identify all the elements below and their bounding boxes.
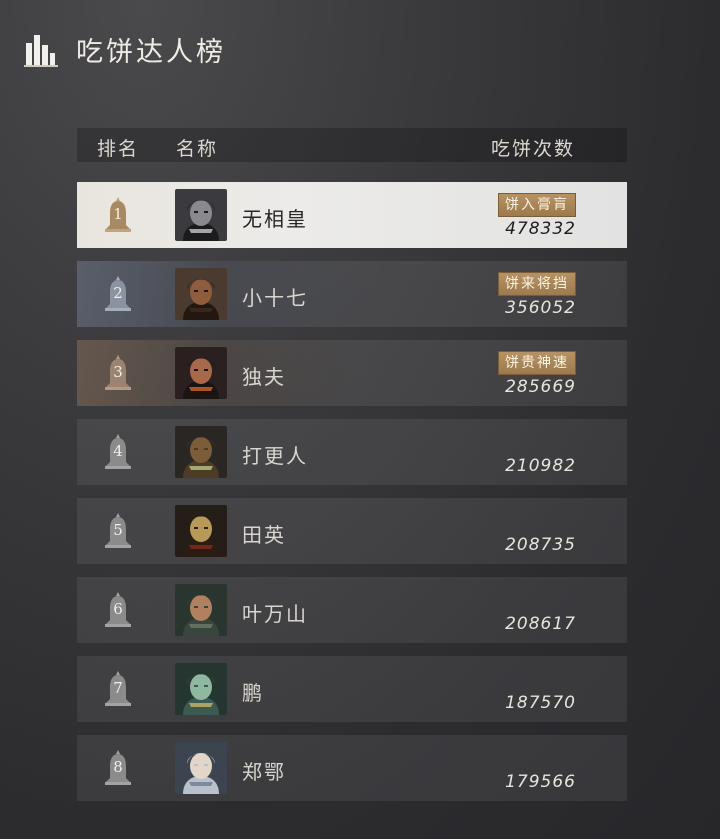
player-name[interactable]: 独夫 <box>242 361 286 390</box>
leaderboard-row[interactable]: 8 郑鄂 179566 <box>77 735 627 801</box>
rank-number: 1 <box>113 205 123 223</box>
leaderboard-row[interactable]: 2 小十七 饼来将挡 356052 <box>77 261 627 327</box>
leaderboard-row[interactable]: 4 打更人 210982 <box>77 419 627 485</box>
player-name[interactable]: 郑鄂 <box>242 756 286 785</box>
eat-count: 179566 <box>505 772 576 792</box>
leaderboard-row[interactable]: 1 无相皇 饼入膏肓 478332 <box>77 182 627 248</box>
eat-count: 356052 <box>505 298 576 318</box>
leaderboard-list: 1 无相皇 饼入膏肓 478332 2 小十七 饼来将挡 356052 3 独夫 饼贵神速 28566… <box>77 182 627 814</box>
rank-number: 4 <box>113 442 123 460</box>
masked-warrior-avatar <box>175 189 227 241</box>
title-badge: 饼入膏肓 <box>498 193 576 217</box>
rank-number: 7 <box>113 679 123 697</box>
eat-count: 187570 <box>505 693 576 713</box>
eat-count: 208617 <box>505 614 576 634</box>
eat-count: 208735 <box>505 535 576 555</box>
column-rank: 排名 <box>97 138 140 160</box>
player-name[interactable]: 叶万山 <box>242 598 308 627</box>
eat-count: 478332 <box>505 219 576 239</box>
page-title: 吃饼达人榜 <box>76 37 226 68</box>
warrior-avatar <box>175 347 227 399</box>
leaderboard-row[interactable]: 5 田英 208735 <box>77 498 627 564</box>
player-name[interactable]: 小十七 <box>242 282 308 311</box>
title-badge: 饼贵神速 <box>498 351 576 375</box>
rank-number: 6 <box>113 600 123 618</box>
silver-hair-avatar <box>175 742 227 794</box>
rank-number: 8 <box>113 758 123 776</box>
column-count: 吃饼次数 <box>490 138 575 160</box>
player-name[interactable]: 打更人 <box>242 440 308 469</box>
rank-number: 2 <box>113 284 123 302</box>
long-hair-man-avatar <box>175 268 227 320</box>
leaderboard-row[interactable]: 7 鹏 187570 <box>77 656 627 722</box>
page-header: 吃饼达人榜 <box>22 30 226 69</box>
column-name: 名称 <box>176 138 219 160</box>
eat-count: 210982 <box>505 456 576 476</box>
bell-avatar <box>175 426 227 478</box>
helmet-warrior-avatar <box>175 584 227 636</box>
player-name[interactable]: 无相皇 <box>242 203 308 232</box>
leaderboard-row[interactable]: 6 叶万山 208617 <box>77 577 627 643</box>
player-name[interactable]: 鹏 <box>242 677 264 706</box>
leaderboard-bars-icon <box>24 34 58 67</box>
green-mask-avatar <box>175 663 227 715</box>
rank-number: 3 <box>113 363 123 381</box>
rank-number: 5 <box>113 521 123 539</box>
eat-count: 285669 <box>505 377 576 397</box>
column-header: 排名 名称 吃饼次数 <box>77 128 627 162</box>
player-name[interactable]: 田英 <box>242 519 286 548</box>
leaderboard-row[interactable]: 3 独夫 饼贵神速 285669 <box>77 340 627 406</box>
title-badge: 饼来将挡 <box>498 272 576 296</box>
masked-figure-avatar <box>175 505 227 557</box>
